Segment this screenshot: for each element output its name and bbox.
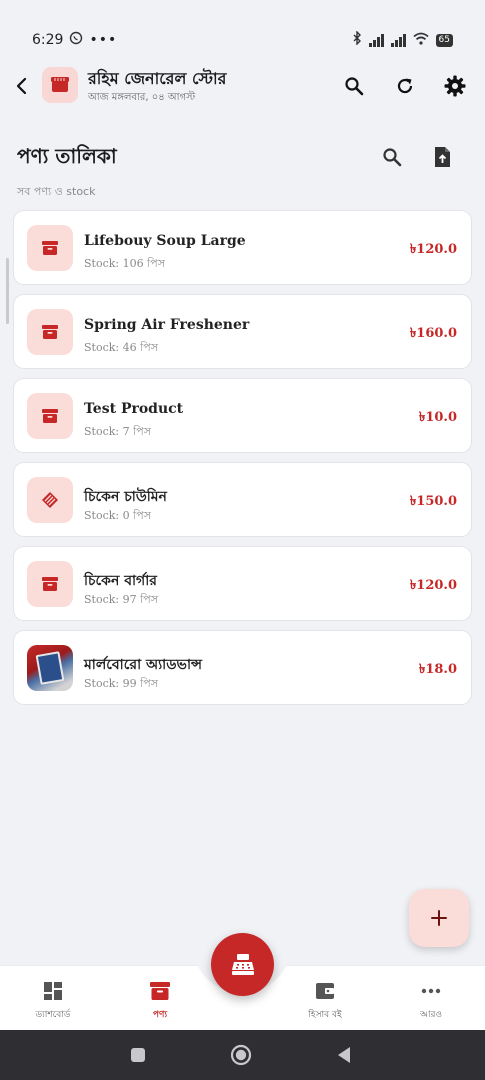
product-stock: Stock: 106 পিস [84,257,165,270]
product-name: Lifebouy Soup Large [84,233,246,249]
home-circle-icon [230,1044,252,1066]
export-button[interactable] [428,143,456,171]
cash-register-button[interactable] [211,933,274,996]
nav-ledger[interactable]: হিসাব বই [275,966,375,1031]
product-stock: Stock: 99 পিস [84,677,158,690]
search-icon [383,148,402,167]
refresh-icon [397,78,413,94]
product-price: ৳10.0 [418,410,457,425]
refresh-button[interactable] [391,72,419,100]
nav-dashboard[interactable]: ড্যাশবোর্ড [3,966,103,1031]
product-stock: Stock: 7 পিস [84,425,151,438]
store-date: আজ মঙ্গলবার, ০৪ আগস্ট [88,92,196,103]
recents-button[interactable] [127,1044,149,1066]
status-bar: 6:29 ••• 65 [0,0,485,60]
product-card[interactable]: Spring Air Freshener Stock: 46 পিস ৳160.… [13,294,472,369]
archive-box-icon [27,225,73,271]
more-notifications-icon: ••• [89,32,118,48]
battery-icon: 65 [435,33,453,47]
product-stock: Stock: 46 পিস [84,341,158,354]
product-price: ৳120.0 [409,242,457,257]
page-title: পণ্য তালিকা [17,144,117,168]
stacked-diamond-icon [27,477,73,523]
product-name: চিকেন চাউমিন [84,489,167,505]
settings-button[interactable] [441,72,469,100]
search-icon [345,77,364,96]
system-nav-bar [0,1030,485,1080]
gear-icon [444,75,466,97]
nav-dashboard-label: ড্যাশবোর্ড [35,1010,71,1020]
home-button[interactable] [230,1044,252,1066]
product-list: Lifebouy Soup Large Stock: 106 পিস ৳120.… [13,210,472,714]
archive-box-icon [149,979,171,1003]
dashboard-icon [43,979,63,1003]
product-price: ৳160.0 [409,326,457,341]
triangle-back-icon [338,1047,350,1063]
nav-products-label: পণ্য [152,1010,168,1020]
product-stock: Stock: 97 পিস [84,593,158,606]
back-nav-button[interactable] [333,1044,355,1066]
more-horizontal-icon [421,979,441,1003]
cash-register-icon [231,953,254,975]
nav-more[interactable]: আরও [381,966,481,1031]
page-subtitle: সব পণ্য ও stock [17,185,96,198]
signal-2-icon [390,33,406,47]
wifi-icon [412,32,429,49]
scrollbar[interactable] [6,258,9,324]
product-name: Spring Air Freshener [84,317,250,333]
archive-box-icon [27,393,73,439]
whatsapp-icon [69,31,83,49]
status-time: 6:29 [32,32,64,48]
bluetooth-icon [352,30,362,49]
product-stock: Stock: 0 পিস [84,509,151,522]
product-price: ৳18.0 [418,662,457,677]
back-button[interactable] [10,74,34,98]
nav-ledger-label: হিসাব বই [308,1010,342,1020]
app-bar: রহিম জেনারেল স্টোর আজ মঙ্গলবার, ০৪ আগস্ট [0,62,485,112]
product-card[interactable]: Lifebouy Soup Large Stock: 106 পিস ৳120.… [13,210,472,285]
archive-box-icon [27,309,73,355]
product-card[interactable]: Test Product Stock: 7 পিস ৳10.0 [13,378,472,453]
signal-icon [368,33,384,47]
square-icon [131,1048,145,1062]
product-price: ৳150.0 [409,494,457,509]
product-price: ৳120.0 [409,578,457,593]
chevron-left-icon [16,77,27,95]
store-name: রহিম জেনারেল স্টোর [88,69,227,88]
nav-more-label: আরও [419,1010,443,1020]
product-name: Test Product [84,401,184,417]
product-card[interactable]: চিকেন বার্গার Stock: 97 পিস ৳120.0 [13,546,472,621]
product-card[interactable]: চিকেন চাউমিন Stock: 0 পিস ৳150.0 [13,462,472,537]
store-icon [51,77,69,92]
product-search-button[interactable] [378,143,406,171]
file-upload-icon [435,147,450,167]
wallet-icon [315,979,335,1003]
store-logo [42,67,78,103]
product-name: চিকেন বার্গার [84,573,157,589]
product-name: মার্লবোরো অ্যাডভান্স [84,657,203,673]
nav-products[interactable]: পণ্য [110,966,210,1031]
product-photo [27,645,73,691]
plus-icon [431,910,447,926]
product-card[interactable]: মার্লবোরো অ্যাডভান্স Stock: 99 পিস ৳18.0 [13,630,472,705]
archive-box-icon [27,561,73,607]
add-product-button[interactable] [409,889,469,947]
search-button[interactable] [340,72,368,100]
